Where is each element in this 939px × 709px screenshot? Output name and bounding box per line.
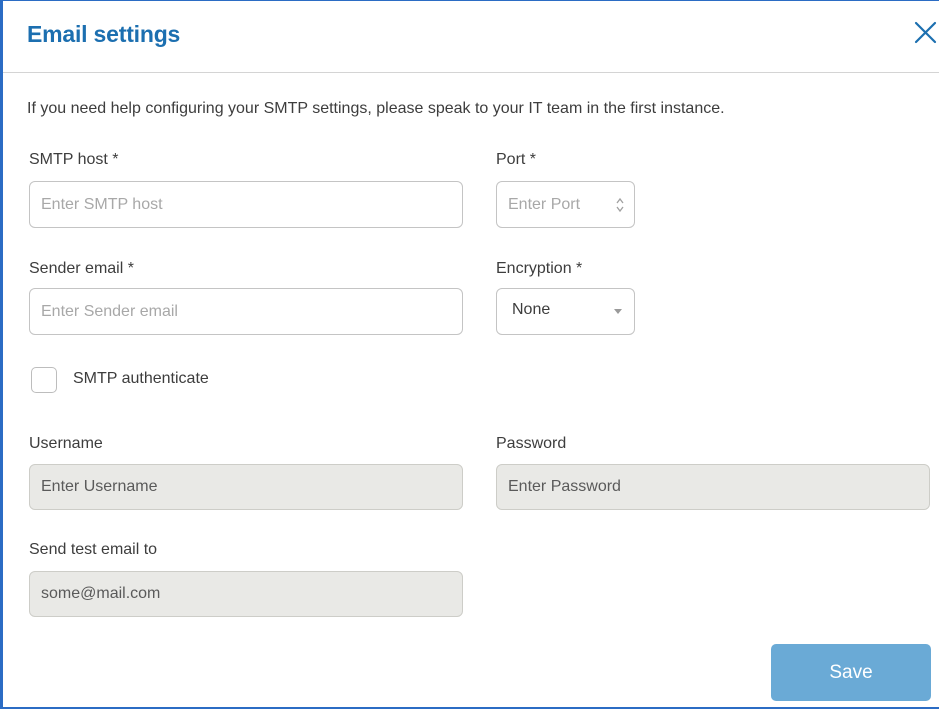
- sender-email-input[interactable]: [29, 288, 463, 335]
- help-text: If you need help configuring your SMTP s…: [27, 100, 725, 117]
- smtp-authenticate-label[interactable]: SMTP authenticate: [73, 370, 209, 388]
- smtp-host-label: SMTP host *: [29, 151, 119, 168]
- port-label: Port *: [496, 151, 537, 168]
- test-email-input[interactable]: [29, 571, 463, 617]
- sender-email-label: Sender email *: [29, 260, 134, 277]
- dialog-title: Email settings: [27, 21, 181, 47]
- password-label: Password: [496, 435, 567, 452]
- encryption-label: Encryption *: [496, 260, 583, 277]
- close-icon[interactable]: [911, 17, 939, 47]
- smtp-authenticate-checkbox[interactable]: [31, 367, 57, 393]
- email-settings-dialog: Email settings If you need help configur…: [0, 0, 939, 709]
- test-email-label: Send test email to: [29, 541, 158, 558]
- username-input[interactable]: [29, 464, 463, 510]
- smtp-host-input[interactable]: [29, 181, 463, 228]
- caret-down-icon: [614, 309, 622, 314]
- password-input[interactable]: [496, 464, 930, 510]
- encryption-select[interactable]: None: [496, 288, 635, 335]
- spinner-arrows-icon[interactable]: [613, 194, 627, 216]
- username-label: Username: [29, 435, 103, 452]
- header-divider: [3, 72, 939, 73]
- encryption-selected-value: None: [512, 301, 551, 318]
- save-button[interactable]: Save: [771, 644, 931, 701]
